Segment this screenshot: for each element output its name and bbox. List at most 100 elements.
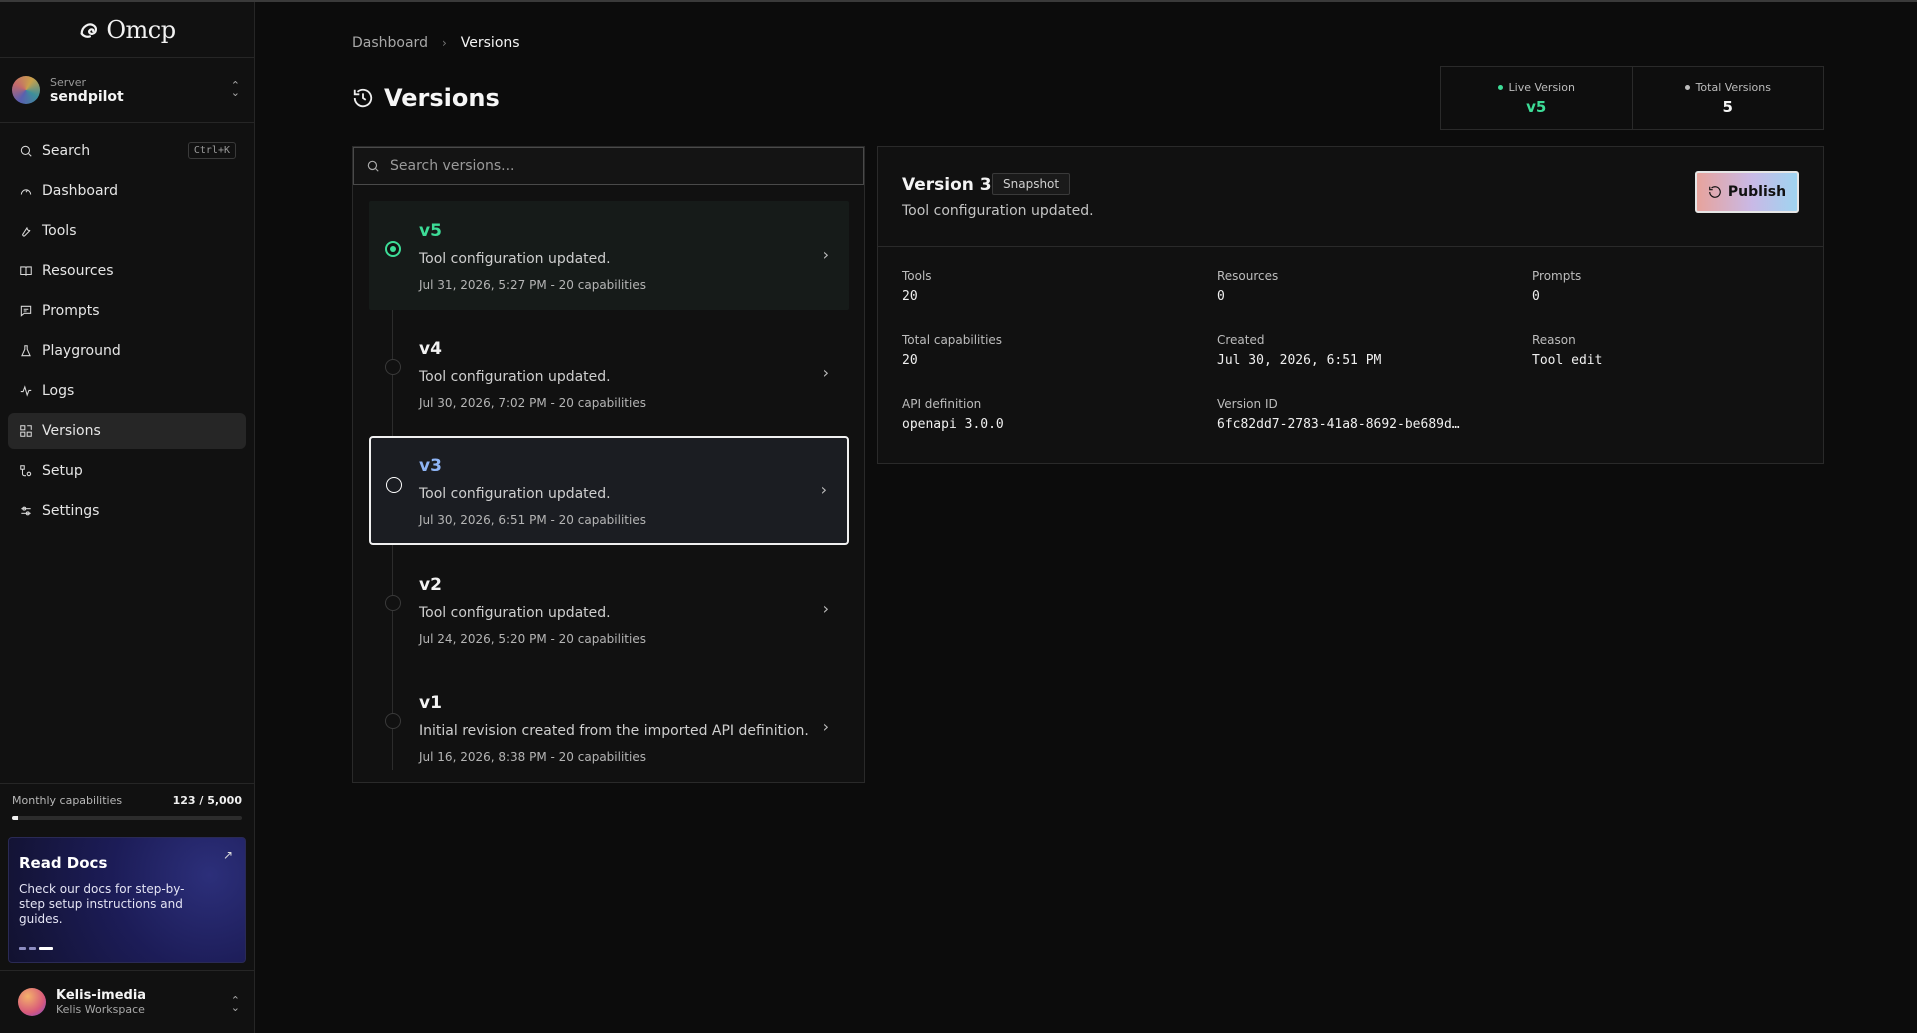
- sidebar-item-dashboard[interactable]: Dashboard: [8, 173, 246, 209]
- sidebar-item-label: Dashboard: [42, 183, 118, 199]
- field-value: Tool edit: [1532, 353, 1603, 368]
- carousel-dot[interactable]: [29, 947, 36, 950]
- logo-text: Omcp: [106, 15, 176, 44]
- chevron-right-icon: ›: [822, 363, 829, 382]
- field-tools: Tools 20: [902, 269, 1202, 304]
- usage-progress-fill: [12, 816, 18, 820]
- carousel-dot[interactable]: [19, 947, 26, 950]
- search-icon: [367, 160, 379, 172]
- field-prompts: Prompts 0: [1532, 269, 1832, 304]
- search-input[interactable]: Search versions...: [353, 147, 864, 185]
- message-icon: [18, 303, 34, 319]
- field-value: 6fc82dd7-2783-41a8-8692-be689d…: [1217, 417, 1460, 432]
- versions-icon: [18, 423, 34, 439]
- shortcut-badge: Ctrl+K: [187, 142, 236, 159]
- field-label: Created: [1217, 333, 1265, 347]
- breadcrumb-dashboard[interactable]: Dashboard: [352, 35, 428, 51]
- sidebar-item-label: Versions: [42, 423, 101, 439]
- field-reason: Reason Tool edit: [1532, 333, 1832, 368]
- server-avatar: [12, 76, 40, 104]
- history-icon: [353, 88, 373, 108]
- version-status-icon: [385, 595, 401, 611]
- field-label: Total capabilities: [902, 333, 1003, 347]
- usage-progress-bar: [12, 816, 242, 820]
- version-item-v2[interactable]: v2 Tool configuration updated. Jul 24, 2…: [369, 555, 849, 664]
- top-border: [0, 0, 1917, 2]
- total-versions-stat: Total Versions 5: [1631, 67, 1824, 129]
- field-label: Tools: [902, 269, 932, 283]
- dashboard-icon: [18, 183, 34, 199]
- live-status-icon: [385, 241, 401, 257]
- field-total-capabilities: Total capabilities 20: [902, 333, 1202, 368]
- version-status-icon: [385, 713, 401, 729]
- field-value: 0: [1532, 289, 1540, 304]
- version-name: v2: [419, 575, 442, 595]
- sidebar-item-setup[interactable]: Setup: [8, 453, 246, 489]
- chevron-right-icon: ›: [441, 36, 447, 50]
- rotate-ccw-icon: [1709, 186, 1721, 198]
- sidebar-item-tools[interactable]: Tools: [8, 213, 246, 249]
- docs-text: Check our docs for step-by-step setup in…: [19, 882, 185, 926]
- version-item-v1[interactable]: v1 Initial revision created from the imp…: [369, 673, 849, 782]
- chevron-right-icon: ›: [822, 717, 829, 736]
- account-switcher[interactable]: Kelis-imedia Kelis Workspace ⌃ ⌄: [0, 970, 254, 1033]
- logo[interactable]: Omcp: [0, 2, 254, 58]
- sidebar-item-label: Resources: [42, 263, 114, 279]
- server-switcher[interactable]: Server sendpilot ⌃ ⌄: [0, 58, 254, 123]
- version-item-v5[interactable]: v5 Tool configuration updated. Jul 31, 2…: [369, 201, 849, 310]
- book-icon: [18, 263, 34, 279]
- field-label: Prompts: [1532, 269, 1582, 283]
- live-version-value: v5: [1526, 97, 1547, 116]
- field-value: openapi 3.0.0: [902, 417, 1004, 432]
- version-meta: Jul 30, 2026, 7:02 PM - 20 capabilities: [419, 396, 646, 410]
- field-label: Reason: [1532, 333, 1576, 347]
- sidebar-item-settings[interactable]: Settings: [8, 493, 246, 529]
- sidebar-item-search[interactable]: Search Ctrl+K: [8, 133, 246, 169]
- search-icon: [18, 143, 34, 159]
- versions-list-panel: Search versions... v5 Tool configuration…: [352, 146, 865, 783]
- workspace-name: Kelis Workspace: [56, 1003, 145, 1016]
- version-meta: Jul 24, 2026, 5:20 PM - 20 capabilities: [419, 632, 646, 646]
- field-label: Resources: [1217, 269, 1279, 283]
- live-version-label: Live Version: [1508, 80, 1575, 94]
- field-api-definition: API definition openapi 3.0.0: [902, 397, 1202, 432]
- field-label: API definition: [902, 397, 982, 411]
- server-name: sendpilot: [50, 88, 124, 105]
- publish-button[interactable]: Publish: [1695, 171, 1799, 213]
- version-item-v4[interactable]: v4 Tool configuration updated. Jul 30, 2…: [369, 319, 849, 428]
- detail-header: Version 3 Snapshot Tool configuration up…: [878, 147, 1823, 247]
- avatar: [18, 988, 46, 1016]
- version-description: Tool configuration updated.: [419, 369, 611, 385]
- sidebar-item-logs[interactable]: Logs: [8, 373, 246, 409]
- sidebar-nav: Search Ctrl+K Dashboard Tools Resources …: [0, 123, 254, 529]
- breadcrumb: Dashboard › Versions: [352, 35, 520, 51]
- carousel-dot-active[interactable]: [39, 947, 53, 950]
- breadcrumb-current: Versions: [460, 35, 520, 51]
- setup-icon: [18, 463, 34, 479]
- usage-label: Monthly capabilities: [12, 794, 123, 807]
- activity-icon: [18, 383, 34, 399]
- sidebar: Omcp Server sendpilot ⌃ ⌄ Search Ctrl+K D…: [0, 2, 255, 1033]
- live-version-stat: Live Version v5: [1441, 67, 1632, 129]
- version-description: Tool configuration updated.: [419, 251, 611, 267]
- sidebar-item-playground[interactable]: Playground: [8, 333, 246, 369]
- sidebar-item-versions[interactable]: Versions: [8, 413, 246, 449]
- version-meta: Jul 31, 2026, 5:27 PM - 20 capabilities: [419, 278, 646, 292]
- publish-label: Publish: [1727, 184, 1787, 200]
- detail-subtitle: Tool configuration updated.: [902, 203, 1094, 219]
- version-meta: Jul 30, 2026, 6:51 PM - 20 capabilities: [419, 513, 646, 527]
- server-label: Server: [50, 75, 87, 89]
- usage-value: 123 / 5,000: [172, 794, 242, 807]
- field-value: 0: [1217, 289, 1225, 304]
- field-value: 20: [902, 289, 918, 304]
- total-versions-label: Total Versions: [1695, 80, 1771, 94]
- external-link-icon[interactable]: ↗: [223, 848, 233, 862]
- version-item-v3[interactable]: v3 Tool configuration updated. Jul 30, 2…: [369, 436, 849, 545]
- read-docs-card[interactable]: Read Docs Check our docs for step-by-ste…: [8, 837, 246, 963]
- sidebar-item-label: Setup: [42, 463, 83, 479]
- sidebar-item-resources[interactable]: Resources: [8, 253, 246, 289]
- dot-icon: [1684, 84, 1690, 90]
- sidebar-item-prompts[interactable]: Prompts: [8, 293, 246, 329]
- sidebar-item-label: Logs: [42, 383, 75, 399]
- chevrons-up-down-icon: ⌃ ⌄: [230, 994, 240, 1014]
